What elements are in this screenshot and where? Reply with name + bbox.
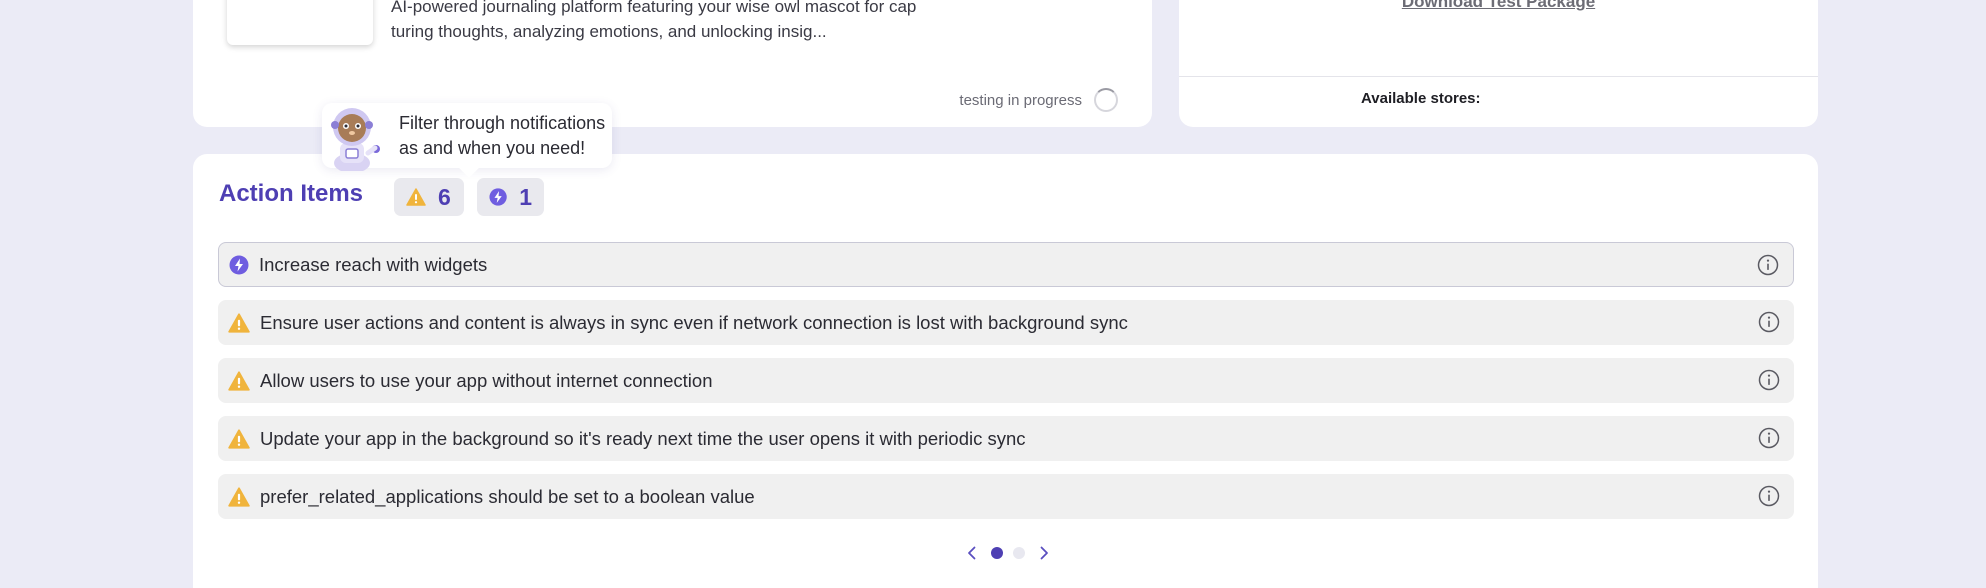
action-item-label: Allow users to use your app without inte…	[260, 369, 713, 391]
warning-count: 6	[438, 183, 451, 210]
action-items-title: Action Items	[219, 180, 364, 207]
lightning-bolt-icon	[229, 255, 249, 274]
action-item[interactable]: Ensure user actions and content is alway…	[218, 300, 1794, 345]
pagination	[963, 544, 1053, 562]
loading-spinner-icon	[1094, 88, 1118, 112]
info-icon[interactable]	[1758, 369, 1780, 391]
chevron-right-icon[interactable]	[1035, 544, 1053, 562]
app-thumbnail	[227, 0, 373, 45]
testing-status-label: testing in progress	[959, 91, 1082, 109]
astronaut-mascot-icon	[331, 108, 380, 171]
info-icon[interactable]	[1758, 427, 1780, 449]
action-item[interactable]: prefer_related_applications should be se…	[218, 474, 1794, 519]
available-stores-label: Available stores:	[1361, 90, 1481, 107]
download-test-package-link[interactable]: Download Test Package	[1179, 0, 1818, 12]
divider	[1179, 76, 1818, 77]
warning-icon	[228, 486, 250, 507]
feature-count: 1	[519, 183, 532, 210]
action-item-label: Ensure user actions and content is alway…	[260, 311, 1128, 333]
info-icon[interactable]	[1757, 254, 1779, 276]
action-item-label: prefer_related_applications should be se…	[260, 485, 755, 507]
action-item[interactable]: Increase reach with widgets	[218, 242, 1794, 287]
warning-icon	[406, 188, 426, 206]
warning-icon	[228, 428, 250, 449]
pagination-dot-1[interactable]	[991, 547, 1003, 559]
action-item-label: Increase reach with widgets	[259, 253, 488, 275]
package-card: Download Test Package Available stores:	[1179, 0, 1818, 127]
testing-status: testing in progress	[959, 88, 1118, 112]
warning-icon	[228, 370, 250, 391]
warning-filter-badge[interactable]: 6	[394, 178, 464, 216]
info-icon[interactable]	[1758, 485, 1780, 507]
warning-icon	[228, 312, 250, 333]
action-item[interactable]: Allow users to use your app without inte…	[218, 358, 1794, 403]
app-description: AI-powered journaling platform featuring…	[391, 0, 917, 41]
chevron-left-icon[interactable]	[963, 544, 981, 562]
action-item[interactable]: Update your app in the background so it'…	[218, 416, 1794, 461]
action-item-label: Update your app in the background so it'…	[260, 427, 1026, 449]
lightning-bolt-icon	[489, 188, 507, 206]
pagination-dot-2[interactable]	[1013, 547, 1025, 559]
action-items-card: Action Items 6 1 Increase reach with wid…	[193, 154, 1818, 588]
info-icon[interactable]	[1758, 311, 1780, 333]
onboarding-tooltip: Filter through notifications as and when…	[322, 103, 612, 171]
feature-filter-badge[interactable]: 1	[477, 178, 544, 216]
tooltip-text: Filter through notifications as and when…	[399, 113, 606, 158]
